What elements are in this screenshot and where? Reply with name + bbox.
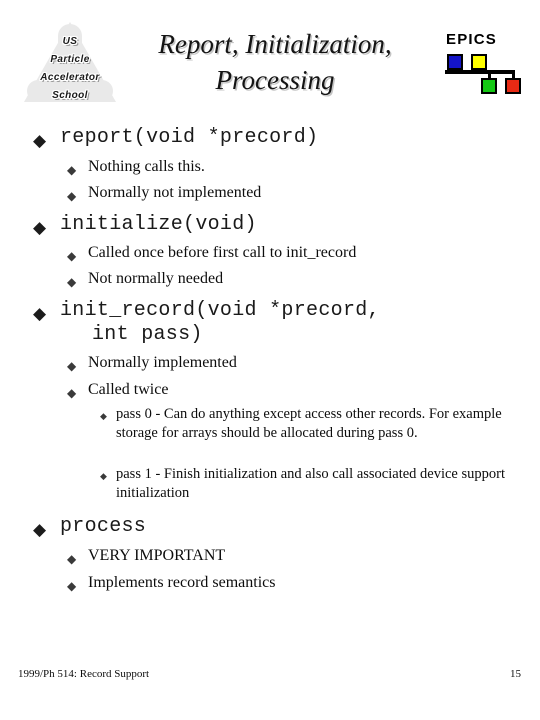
bullet-marker-icon: ◆	[33, 131, 47, 150]
epics-node-red-icon	[505, 78, 521, 94]
bullet-text: report(void *precord)	[60, 126, 319, 149]
bullet-text: Normally implemented	[88, 354, 237, 371]
bullet-marker-icon: ◆	[33, 218, 47, 237]
epics-logo: EPICS	[443, 31, 523, 95]
slide-title-line-2: Processing	[215, 65, 335, 95]
bullet-text-continuation: int pass)	[92, 323, 203, 346]
bullet-item-level2: ◆ Normally not implemented	[0, 182, 540, 210]
bullet-text: Normally not implemented	[88, 184, 262, 201]
bullet-item-level2: ◆ Nothing calls this.	[0, 156, 540, 182]
bullet-item-level1: ◆ init_record(void *precord, int pass)	[0, 296, 540, 352]
slide-content-body: ◆ report(void *precord) ◆ Nothing calls …	[0, 126, 540, 661]
bullet-marker-icon: ◆	[67, 189, 77, 203]
bullet-marker-icon: ◆	[100, 411, 107, 421]
bullet-item-level2: ◆ VERY IMPORTANT	[0, 545, 540, 572]
bullet-marker-icon: ◆	[33, 520, 47, 539]
uspas-logo-line-1: US	[62, 36, 78, 47]
bullet-item-level2: ◆ Normally implemented	[0, 352, 540, 379]
bullet-marker-icon: ◆	[67, 386, 77, 400]
bullet-text: Implements record semantics	[88, 574, 276, 591]
bullet-item-level1: ◆ report(void *precord)	[0, 126, 540, 156]
bullet-item-level3: ◆ pass 1 - Finish initialization and als…	[0, 465, 540, 512]
bullet-item-level1: ◆ process	[0, 512, 540, 545]
epics-wordmark: EPICS	[446, 31, 498, 48]
slide-header: US Particle Accelerator School Report, I…	[0, 0, 540, 120]
bullet-marker-icon: ◆	[67, 275, 77, 289]
bullet-item-level2: ◆ Called twice	[0, 379, 540, 405]
bullet-item-level1: ◆ initialize(void)	[0, 210, 540, 242]
bullet-marker-icon: ◆	[100, 471, 107, 481]
bullet-text: Not normally needed	[88, 270, 224, 287]
footer-course-label: 1999/Ph 514: Record Support	[18, 668, 150, 680]
uspas-logo-line-3: Accelerator	[40, 72, 100, 83]
bullet-marker-icon: ◆	[67, 552, 77, 566]
bullet-text: Nothing calls this.	[88, 158, 205, 175]
bullet-text: process	[60, 515, 147, 538]
footer-page-number: 15	[510, 668, 521, 680]
bullet-marker-icon: ◆	[67, 249, 77, 263]
bullet-text: Called twice	[88, 381, 169, 398]
slide-footer: 1999/Ph 514: Record Support 15	[0, 668, 540, 688]
bullet-text: init_record(void *precord,	[60, 299, 380, 322]
bullet-text: initialize(void)	[60, 213, 257, 236]
bullet-text: VERY IMPORTANT	[88, 547, 226, 564]
bullet-item-level2: ◆ Not normally needed	[0, 268, 540, 296]
epics-network-bus	[445, 70, 515, 74]
slide-title-line-1: Report, Initialization,	[158, 29, 392, 59]
epics-node-green-icon	[481, 78, 497, 94]
bullet-marker-icon: ◆	[67, 359, 77, 373]
uspas-logo-line-2: Particle	[50, 54, 90, 65]
bullet-text: pass 1 - Finish initialization and also …	[116, 466, 505, 501]
uspas-logo: US Particle Accelerator School	[24, 20, 116, 106]
bullet-marker-icon: ◆	[67, 579, 77, 593]
bullet-item-level2: ◆ Called once before first call to init_…	[0, 242, 540, 268]
slide-title: Report, Initialization, Processing	[125, 26, 425, 98]
bullet-text: pass 0 - Can do anything except access o…	[116, 406, 502, 441]
bullet-item-level2: ◆ Implements record semantics	[0, 572, 540, 598]
uspas-logo-line-4: School	[52, 90, 88, 101]
epics-node-yellow-icon	[471, 54, 487, 70]
bullet-marker-icon: ◆	[33, 304, 47, 323]
epics-node-blue-icon	[447, 54, 463, 70]
bullet-marker-icon: ◆	[67, 163, 77, 177]
bullet-text: Called once before first call to init_re…	[88, 244, 357, 261]
bullet-item-level3: ◆ pass 0 - Can do anything except access…	[0, 405, 540, 465]
